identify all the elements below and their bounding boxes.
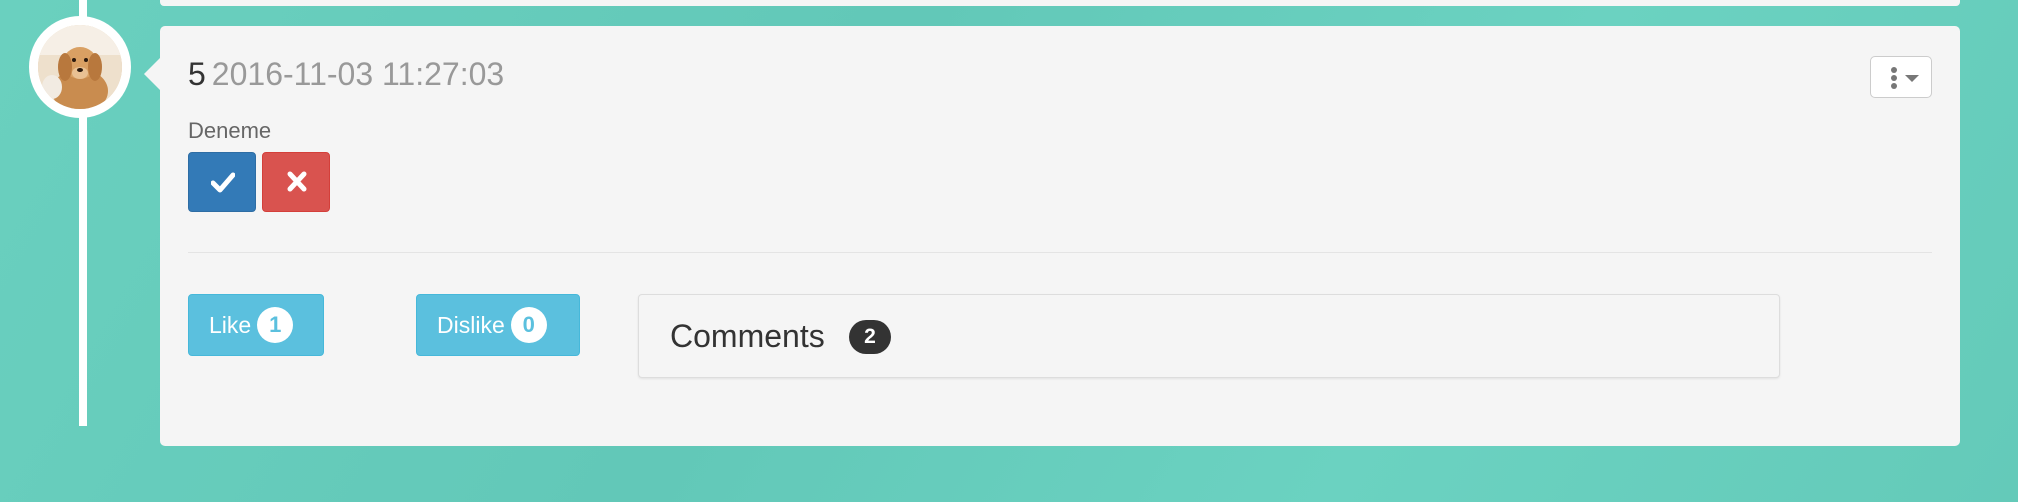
like-count-badge: 1	[257, 306, 294, 343]
like-button[interactable]: Like 1	[188, 294, 324, 356]
dislike-label: Dislike	[437, 312, 505, 338]
post-header: 5 2016-11-03 11:27:03	[188, 54, 504, 94]
comments-panel[interactable]: Comments 2	[638, 294, 1780, 378]
post-options-button[interactable]	[1870, 56, 1932, 98]
card-pointer	[144, 58, 160, 90]
checkmark-icon	[211, 172, 235, 193]
dislike-count-badge: 0	[510, 306, 547, 343]
comments-title: Comments	[670, 318, 825, 354]
vertical-dots-icon	[1891, 67, 1897, 89]
post-timestamp: 2016-11-03 11:27:03	[211, 56, 505, 92]
like-label: Like	[209, 312, 252, 338]
divider	[188, 252, 1932, 253]
avatar[interactable]	[29, 16, 131, 118]
post-number: 5	[188, 56, 206, 92]
dog-avatar-image	[38, 25, 122, 109]
dislike-button[interactable]: Dislike 0	[416, 294, 580, 356]
cross-icon	[287, 171, 307, 192]
approve-button[interactable]	[188, 152, 256, 212]
previous-post-card	[160, 0, 1960, 6]
reject-button[interactable]	[262, 152, 330, 212]
caret-down-icon	[1905, 75, 1919, 82]
comments-count-badge: 2	[849, 320, 891, 354]
post-card: 5 2016-11-03 11:27:03 Deneme Like 1 Dislik…	[144, 26, 1960, 446]
post-text: Deneme	[188, 118, 272, 143]
